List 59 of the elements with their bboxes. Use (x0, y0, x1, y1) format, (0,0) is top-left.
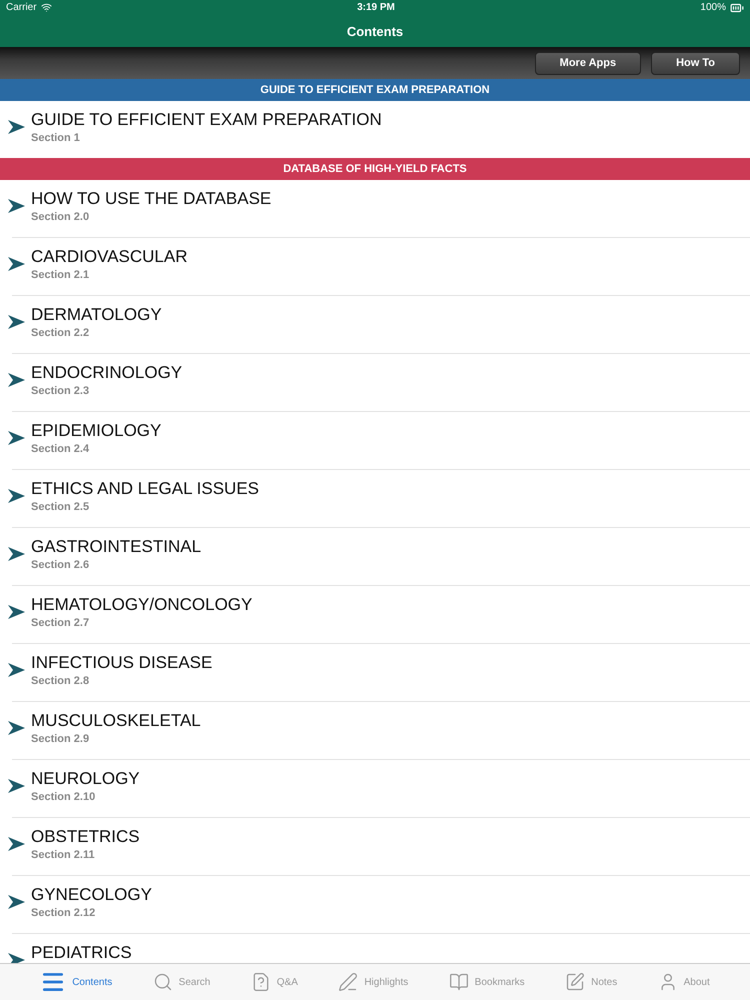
arrow-icon (8, 895, 25, 909)
note-edit-icon (565, 972, 586, 992)
section-title[interactable]: PEDIATRICS (31, 943, 132, 963)
section-title[interactable]: MUSCULOSKELETAL (31, 711, 201, 731)
section-number: Section 2.7 (31, 617, 90, 629)
section-title[interactable]: GYNECOLOGY (31, 885, 152, 905)
section-header: DATABASE OF HIGH-YIELD FACTS (0, 158, 750, 180)
section-title[interactable]: GASTROINTESTINAL (31, 537, 202, 557)
arrow-icon (8, 373, 25, 387)
arrow-icon (8, 663, 25, 677)
section-title[interactable]: CARDIOVASCULAR (31, 247, 188, 267)
section-title[interactable]: HEMATOLOGY/ONCOLOGY (31, 595, 252, 615)
section-title[interactable]: OBSTETRICS (31, 827, 140, 847)
section-number: Section 2.12 (31, 907, 96, 919)
section-title[interactable]: EPIDEMIOLOGY (31, 421, 162, 441)
arrow-icon (8, 431, 25, 445)
carrier-label: Carrier (6, 2, 37, 13)
arrow-icon (8, 953, 25, 963)
arrow-icon (8, 315, 25, 329)
section-header: GUIDE TO EFFICIENT EXAM PREPARATION (0, 79, 750, 101)
arrow-icon (8, 120, 25, 134)
section-number: Section 2.0 (31, 211, 90, 223)
toolbar-button[interactable]: More Apps (534, 52, 642, 74)
wifi-icon (40, 2, 52, 13)
section-number: Section 2.1 (31, 269, 90, 281)
section-number: Section 2.11 (31, 849, 96, 861)
arrow-icon (8, 721, 25, 735)
arrow-icon (8, 199, 25, 213)
arrow-icon (8, 547, 25, 561)
section-number: Section 2.9 (31, 733, 90, 745)
search-icon (152, 972, 173, 992)
section-number: Section 1 (31, 132, 81, 144)
arrow-icon (8, 605, 25, 619)
arrow-icon (8, 779, 25, 793)
tab-bar-item[interactable]: Contents (40, 969, 112, 995)
section-title[interactable]: INFECTIOUS DISEASE (31, 653, 212, 673)
arrow-icon (8, 837, 25, 851)
section-title[interactable]: ETHICS AND LEGAL ISSUES (31, 479, 259, 499)
battery-percent: 100% (700, 2, 726, 13)
section-number: Section 2.3 (31, 385, 90, 397)
section-title[interactable]: ENDOCRINOLOGY (31, 363, 182, 383)
section-title[interactable]: NEUROLOGY (31, 769, 140, 789)
pen-icon (338, 972, 358, 992)
arrow-icon (8, 257, 25, 271)
arrow-icon (8, 489, 25, 503)
section-number: Section 2.10 (31, 791, 96, 803)
section-title[interactable]: DERMATOLOGY (31, 305, 162, 325)
section-title[interactable]: HOW TO USE THE DATABASE (31, 189, 272, 209)
section-number: Section 2.8 (31, 675, 90, 687)
section-number: Section 2.4 (31, 443, 90, 455)
section-number: Section 2.2 (31, 327, 90, 339)
book-icon (448, 972, 469, 992)
section-number: Section 2.5 (31, 501, 90, 513)
section-title[interactable]: GUIDE TO EFFICIENT EXAM PREPARATION (31, 110, 382, 130)
question-page-icon (250, 972, 271, 992)
status-time: 3:19 PM (357, 2, 395, 13)
section-number: Section 2.6 (31, 559, 90, 571)
toolbar-button[interactable]: How To (651, 52, 740, 74)
screen-title: Contents (346, 24, 404, 38)
